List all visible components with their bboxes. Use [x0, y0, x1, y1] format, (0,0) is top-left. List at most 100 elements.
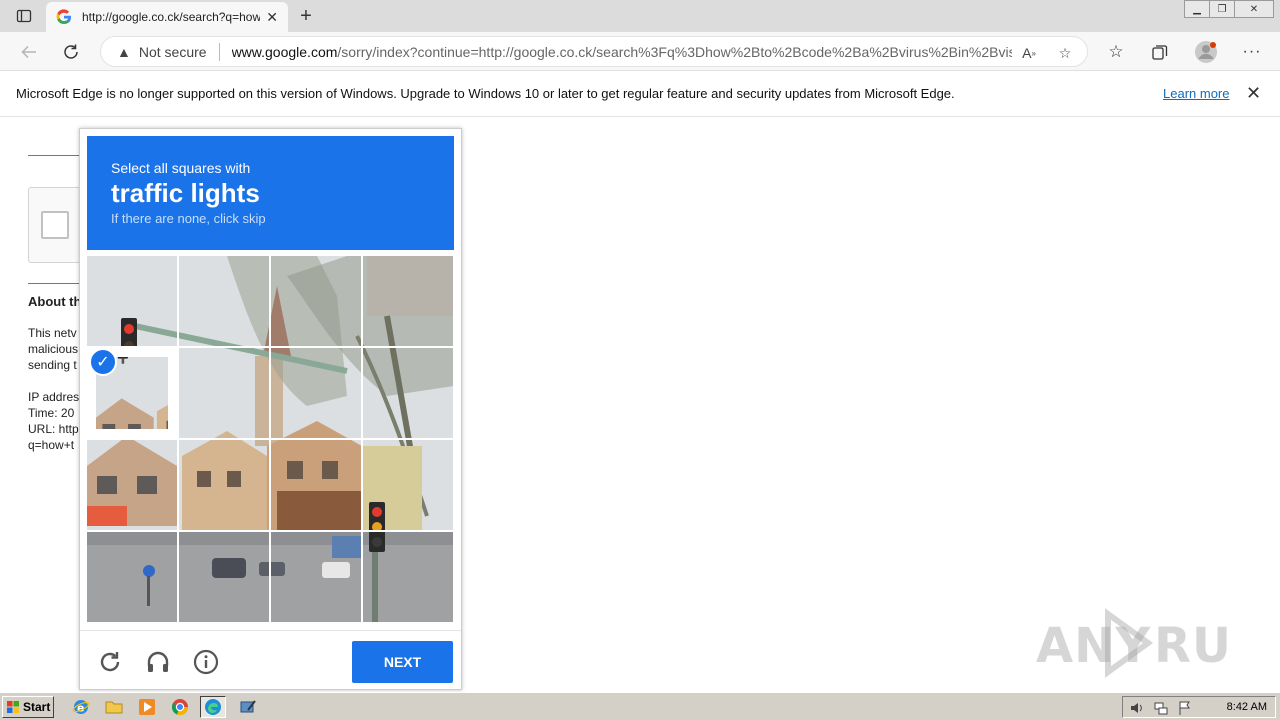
- media-player-icon: [139, 699, 155, 715]
- tab-actions-button[interactable]: [8, 4, 40, 28]
- folder-icon: [105, 701, 123, 714]
- refresh-button[interactable]: [58, 39, 84, 65]
- challenge-tile[interactable]: [363, 532, 453, 622]
- challenge-tile[interactable]: [363, 256, 453, 346]
- restore-button[interactable]: ❐: [1209, 0, 1235, 18]
- taskbar-media-player[interactable]: [134, 696, 160, 718]
- browser-toolbar: ▲ Not secure www.google.com/sorry/index?…: [0, 32, 1280, 71]
- challenge-header: Select all squares with traffic lights I…: [87, 136, 454, 250]
- challenge-hint: If there are none, click skip: [111, 211, 266, 226]
- next-button[interactable]: NEXT: [352, 641, 453, 683]
- challenge-tile[interactable]: [87, 256, 177, 346]
- url-text: www.google.com/sorry/index?continue=http…: [232, 44, 1012, 60]
- collections-button[interactable]: [1147, 39, 1173, 65]
- selected-check-icon: ✓: [89, 348, 117, 376]
- address-separator: [218, 42, 220, 61]
- app-tool-icon: [240, 700, 256, 713]
- volume-icon[interactable]: [1129, 700, 1145, 716]
- learn-more-link[interactable]: Learn more: [1163, 86, 1229, 101]
- challenge-image-grid: ✓: [87, 256, 454, 623]
- settings-menu-button[interactable]: ···: [1239, 39, 1265, 65]
- challenge-target: traffic lights: [111, 178, 260, 208]
- add-favorite-icon[interactable]: ☆: [1055, 43, 1075, 63]
- challenge-tile[interactable]: [271, 440, 361, 530]
- infobar-close-icon[interactable]: ✕: [1246, 83, 1261, 104]
- chrome-icon: [171, 699, 189, 716]
- infobar-message: Microsoft Edge is no longer supported on…: [16, 86, 955, 101]
- url-host: www.google.com: [231, 43, 338, 60]
- taskbar-tool[interactable]: [235, 696, 261, 718]
- challenge-tile[interactable]: [271, 256, 361, 346]
- security-label: Not secure: [138, 43, 207, 60]
- internet-explorer-icon: e: [72, 700, 90, 715]
- refresh-icon: [64, 44, 78, 59]
- reload-icon: [100, 652, 120, 672]
- start-button[interactable]: Start: [2, 696, 54, 718]
- avatar: [1195, 41, 1217, 63]
- challenge-instruction: Select all squares with: [111, 160, 251, 176]
- edge-icon: [205, 699, 221, 715]
- challenge-tile[interactable]: [271, 532, 361, 622]
- back-arrow-icon: [21, 45, 36, 59]
- page-line: sending t: [28, 358, 77, 372]
- taskbar-ie[interactable]: e: [68, 696, 94, 718]
- system-tray: 8:42 AM: [1122, 696, 1276, 718]
- action-center-flag-icon[interactable]: [1177, 700, 1193, 716]
- page-line: IP addres: [28, 390, 80, 404]
- about-heading: About th: [28, 294, 82, 309]
- taskbar-edge[interactable]: [200, 696, 226, 718]
- audio-challenge-button[interactable]: [144, 648, 172, 676]
- windows-taskbar: Start e 8:42 AM: [0, 692, 1280, 720]
- page-line: Time: 20: [28, 406, 75, 420]
- challenge-tile[interactable]: [179, 348, 269, 438]
- svg-text:ANY: ANY: [1036, 618, 1151, 674]
- challenge-tile[interactable]: [363, 440, 453, 530]
- page-line: malicious: [28, 342, 79, 356]
- challenge-tile[interactable]: [271, 348, 361, 438]
- anyrun-watermark: ANY RUN: [1036, 608, 1272, 690]
- network-icon[interactable]: [1153, 700, 1169, 716]
- headphones-icon: [147, 651, 169, 672]
- tab-close-icon[interactable]: ✕: [266, 9, 278, 26]
- google-g-icon: [56, 9, 71, 25]
- url-path: /sorry/index?continue=http://google.co.c…: [337, 43, 1012, 60]
- minimize-button[interactable]: ▁: [1184, 0, 1210, 18]
- challenge-tile[interactable]: [179, 532, 269, 622]
- favorites-icon: ☆: [1108, 42, 1124, 61]
- taskbar-explorer[interactable]: [101, 696, 127, 718]
- challenge-tile[interactable]: [87, 440, 177, 530]
- read-aloud-icon[interactable]: A»: [1019, 43, 1039, 63]
- page-line: URL: http: [28, 422, 79, 436]
- more-options-icon: ···: [1242, 43, 1262, 60]
- browser-tab[interactable]: http://google.co.ck/search?q=how+to+code…: [46, 2, 288, 32]
- recaptcha-challenge-popup: Select all squares with traffic lights I…: [79, 128, 462, 690]
- start-label: Start: [23, 700, 51, 714]
- challenge-tile[interactable]: [179, 256, 269, 346]
- challenge-tile[interactable]: [179, 440, 269, 530]
- challenge-footer: NEXT: [80, 630, 461, 690]
- favorites-button[interactable]: ☆: [1103, 39, 1129, 65]
- collections-icon: [1152, 45, 1168, 60]
- close-window-button[interactable]: ✕: [1234, 0, 1274, 18]
- new-tab-button[interactable]: +: [296, 6, 316, 26]
- info-icon: [193, 649, 219, 675]
- reload-challenge-button[interactable]: [96, 648, 124, 676]
- anyrun-logo: ANY RUN: [1036, 608, 1272, 678]
- address-bar[interactable]: ▲ Not secure www.google.com/sorry/index?…: [100, 36, 1088, 67]
- challenge-tile[interactable]: [363, 348, 453, 438]
- profile-button[interactable]: [1193, 39, 1219, 65]
- tab-actions-icon: [16, 9, 32, 23]
- back-button[interactable]: [16, 39, 42, 65]
- taskbar-clock: 8:42 AM: [1226, 701, 1267, 713]
- windows-flag-icon: [7, 701, 19, 713]
- tab-strip: http://google.co.ck/search?q=how+to+code…: [0, 0, 1280, 32]
- svg-text:RUN: RUN: [1154, 618, 1236, 674]
- unsupported-os-infobar: Microsoft Edge is no longer supported on…: [0, 71, 1280, 117]
- taskbar-chrome[interactable]: [167, 696, 193, 718]
- warning-icon: ▲: [117, 43, 131, 60]
- recaptcha-checkbox[interactable]: [41, 211, 69, 239]
- page-line: This netv: [28, 326, 77, 340]
- page-line: q=how+t: [28, 438, 75, 452]
- challenge-tile[interactable]: [87, 532, 177, 622]
- help-button[interactable]: [192, 648, 220, 676]
